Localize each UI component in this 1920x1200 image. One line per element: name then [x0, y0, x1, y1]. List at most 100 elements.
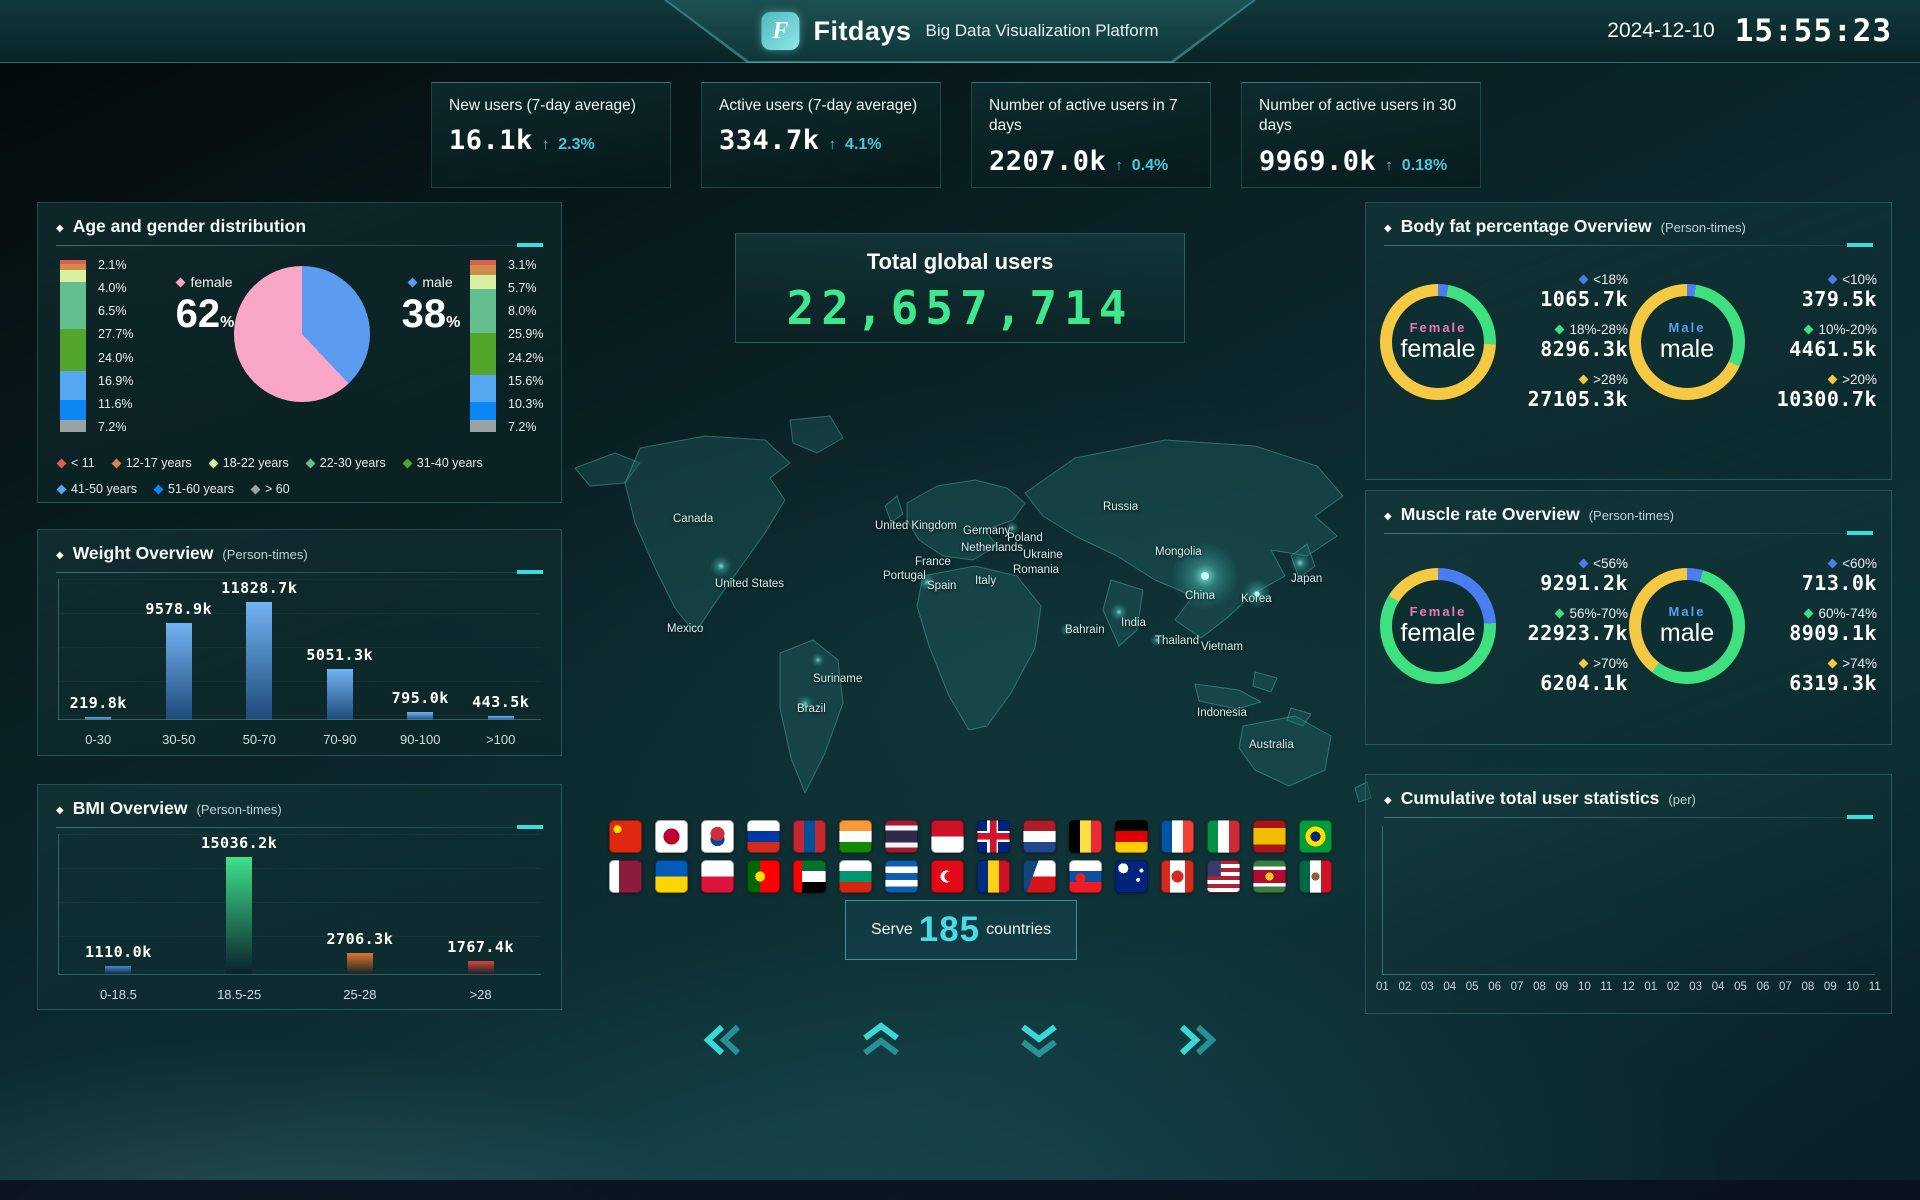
flag-japan[interactable] [654, 820, 688, 853]
legend-item[interactable]: 22-30 years [305, 456, 386, 470]
legend-item[interactable]: 51-60 years [153, 482, 234, 496]
panel-diamond-icon: ◆ [56, 805, 64, 816]
bar-slot: 219.8k 0-30 [58, 579, 139, 747]
map-country-label: Russia [1103, 501, 1139, 513]
flag-france[interactable] [1160, 820, 1194, 853]
flag-indonesia[interactable] [930, 820, 964, 853]
legend-item[interactable]: 12-17 years [111, 456, 192, 470]
legend-diamond-icon [56, 484, 67, 494]
pan-up-button[interactable] [861, 1022, 901, 1058]
x-tick-label: 06 [1488, 981, 1501, 993]
bar-slot: 2706.3k 25-28 [300, 834, 421, 1002]
bar-category-label: 90-100 [400, 732, 441, 747]
donut-stat: <18% 1065.7k [1540, 272, 1628, 311]
flag-bulgaria[interactable] [838, 860, 872, 893]
flag-south-korea[interactable] [700, 820, 734, 853]
bodyfat-female-group: Female female <18% 1065.7k 18%-28% 8296.3k >2… [1380, 272, 1628, 411]
map-country-label: Portugal [883, 570, 926, 582]
flag-poland[interactable] [700, 860, 734, 893]
muscle-female-stats: <56% 9291.2k 56%-70% 22923.7k >70% 6204.1k [1512, 556, 1628, 695]
flag-mongolia[interactable] [792, 820, 826, 853]
bar-value-label: 5051.3k [306, 645, 374, 664]
age-segment [60, 329, 86, 371]
flag-uae[interactable] [792, 860, 826, 893]
stat-change: 2.3% [558, 136, 595, 154]
flag-brazil[interactable] [1298, 820, 1332, 853]
age-segment-label: 8.0% [508, 304, 537, 319]
serve-prefix: Serve [870, 921, 913, 938]
flag-russia[interactable] [746, 820, 780, 853]
age-segment-label: 7.2% [98, 419, 127, 434]
flag-portugal[interactable] [746, 860, 780, 893]
bar-slot: 1110.0k 0-18.5 [58, 834, 179, 1002]
donut-center-label: Male [1668, 603, 1706, 619]
flag-china[interactable] [608, 820, 642, 853]
flag-ukraine[interactable] [654, 860, 688, 893]
bar [467, 960, 494, 975]
app-name: Fitdays [813, 15, 912, 46]
flag-qatar[interactable] [608, 860, 642, 893]
flag-spain[interactable] [1252, 820, 1286, 853]
flag-turkey[interactable] [930, 860, 964, 893]
title-rule [1384, 531, 1873, 535]
x-tick-label: 01 [1644, 981, 1658, 993]
pan-right-button[interactable] [1176, 1023, 1220, 1057]
flag-united-kingdom[interactable] [976, 820, 1010, 853]
x-tick-label: 12 [1621, 981, 1635, 993]
legend-item[interactable]: 18-22 years [208, 456, 289, 470]
age-segment [470, 288, 496, 334]
flag-suriname[interactable] [1252, 860, 1286, 893]
flag-italy[interactable] [1206, 820, 1240, 853]
flag-germany[interactable] [1114, 820, 1148, 853]
flag-united-states[interactable] [1206, 860, 1240, 893]
map-country-label: Japan [1291, 573, 1323, 585]
panel-diamond-icon: ◆ [1384, 511, 1392, 522]
stat-change: 0.18% [1401, 156, 1448, 174]
age-segment-label: 24.2% [508, 350, 544, 365]
age-segment-label: 24.0% [98, 350, 134, 365]
age-legend: < 11 12-17 years 18-22 years 22-30 years 31-… [38, 446, 558, 496]
age-segment [60, 399, 86, 420]
bmi-bar-chart: 1110.0k 0-18.5 15036.2k 18.5-25 2706.3k 25-28… [58, 834, 541, 1002]
legend-item[interactable]: > 60 [250, 482, 290, 496]
x-tick-label: 09 [1823, 981, 1837, 993]
flag-slovakia[interactable] [1068, 860, 1102, 893]
bar-category-label: 70-90 [323, 732, 357, 747]
x-tick-label: 03 [1420, 981, 1434, 993]
body-fat-panel: ◆ Body fat percentage Overview (Person-t… [1365, 202, 1892, 480]
flag-czech-republic[interactable] [1022, 860, 1056, 893]
bar-category-label: 0-18.5 [99, 987, 137, 1002]
age-segment-label: 5.7% [508, 281, 537, 296]
panel-diamond-icon: ◆ [1384, 223, 1392, 234]
panel-diamond-icon: ◆ [56, 223, 64, 234]
flag-australia[interactable] [1114, 860, 1148, 893]
map-country-label: Suriname [813, 673, 863, 685]
country-flags-row-1 [555, 820, 1385, 853]
flag-belgium[interactable] [1068, 820, 1102, 853]
legend-diamond-icon [153, 484, 164, 494]
bmi-overview-panel: ◆ BMI Overview (Person-times) 1110.0k 0-1… [37, 784, 562, 1010]
age-segment [470, 401, 496, 420]
male-age-stacked-bar [470, 260, 496, 432]
flag-india[interactable] [838, 820, 872, 853]
world-map-svg [574, 415, 1372, 803]
panel-title: BMI Overview [72, 798, 188, 818]
pan-down-button[interactable] [1019, 1022, 1059, 1058]
flag-thailand[interactable] [884, 820, 918, 853]
legend-item[interactable]: < 11 [56, 456, 95, 470]
bar-category-label: 25-28 [343, 987, 377, 1002]
bar-category-label: 50-70 [242, 732, 276, 747]
current-date: 2024-12-10 [1607, 19, 1715, 42]
map-navigation-arrows [700, 1012, 1220, 1068]
flag-canada[interactable] [1160, 860, 1194, 893]
legend-item[interactable]: 31-40 years [402, 456, 483, 470]
map-country-label: Italy [975, 575, 997, 587]
flag-romania[interactable] [976, 860, 1010, 893]
flag-greece[interactable] [884, 860, 918, 893]
flag-netherlands[interactable] [1022, 820, 1056, 853]
panel-title: Age and gender distribution [72, 216, 307, 236]
legend-item[interactable]: 41-50 years [56, 482, 137, 496]
flag-mexico[interactable] [1298, 860, 1332, 893]
pan-left-button[interactable] [700, 1023, 744, 1057]
x-axis [58, 719, 541, 720]
